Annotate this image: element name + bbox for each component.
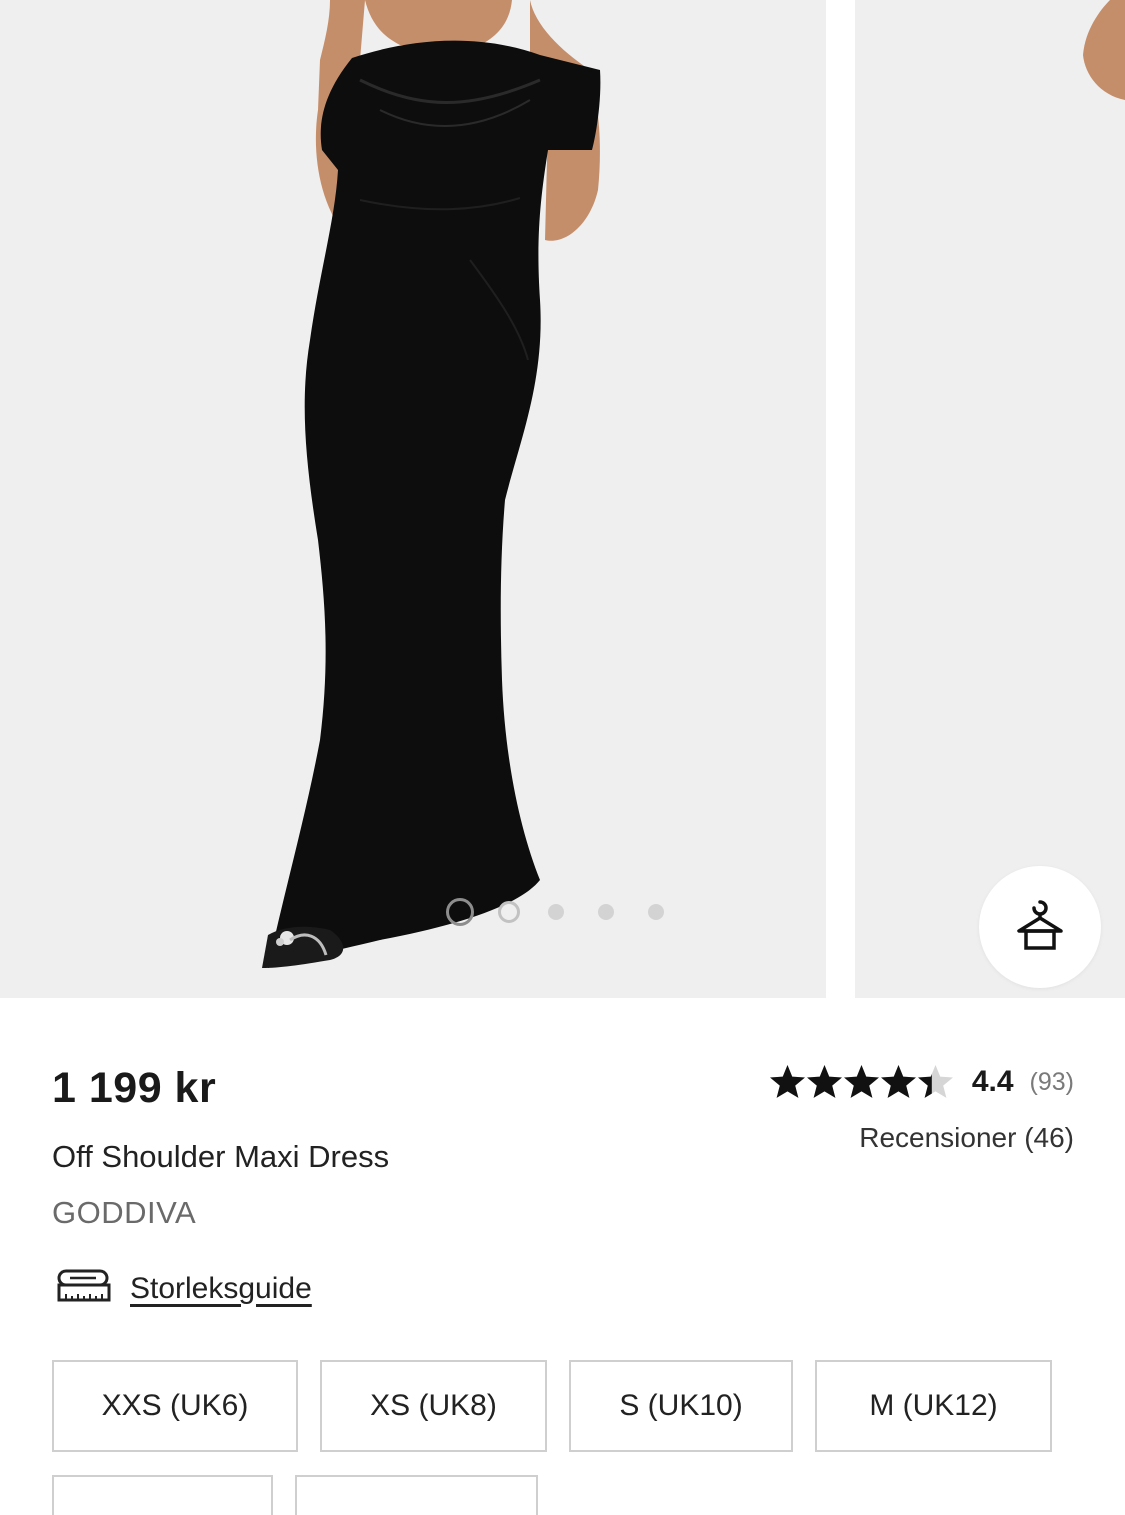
product-title: Off Shoulder Maxi Dress bbox=[52, 1139, 390, 1174]
star-icon bbox=[843, 1065, 879, 1098]
size-option-partial[interactable] bbox=[52, 1475, 273, 1515]
rating-value: 4.4 bbox=[971, 1065, 1014, 1098]
size-guide-label: Storleksguide bbox=[130, 1271, 312, 1305]
product-image-main[interactable] bbox=[0, 0, 826, 998]
star-icon bbox=[917, 1065, 953, 1098]
product-image-gallery[interactable] bbox=[0, 0, 1125, 998]
star-rating bbox=[769, 1064, 954, 1100]
product-photo bbox=[262, 0, 601, 969]
product-image-next[interactable] bbox=[855, 0, 1125, 998]
product-brand[interactable]: GODDIVA bbox=[52, 1195, 196, 1231]
size-option-partial[interactable] bbox=[295, 1475, 538, 1515]
rating-summary[interactable]: 4.4 (93) bbox=[769, 1064, 1074, 1100]
product-price: 1 199 kr bbox=[52, 1064, 217, 1112]
hanger-icon bbox=[1013, 898, 1067, 957]
carousel-dot[interactable] bbox=[498, 901, 520, 923]
virtual-try-on-button[interactable] bbox=[979, 866, 1101, 988]
carousel-dot-active[interactable] bbox=[446, 898, 474, 926]
carousel-indicator bbox=[446, 898, 698, 926]
reviews-link[interactable]: Recensioner (46) bbox=[859, 1122, 1074, 1154]
carousel-dot[interactable] bbox=[648, 904, 664, 920]
star-icon bbox=[806, 1065, 842, 1098]
size-guide-link[interactable]: Storleksguide bbox=[56, 1268, 312, 1309]
rating-count: (93) bbox=[1029, 1067, 1074, 1096]
size-option-xs[interactable]: XS (UK8) bbox=[320, 1360, 547, 1452]
carousel-dot[interactable] bbox=[548, 904, 564, 920]
carousel-dot[interactable] bbox=[598, 904, 614, 920]
product-photo-next bbox=[1083, 0, 1125, 100]
star-icon bbox=[880, 1065, 916, 1098]
size-option-m[interactable]: M (UK12) bbox=[815, 1360, 1052, 1452]
size-option-xxs[interactable]: XXS (UK6) bbox=[52, 1360, 298, 1452]
star-icon bbox=[769, 1065, 805, 1098]
size-option-s[interactable]: S (UK10) bbox=[569, 1360, 793, 1452]
measuring-tape-icon bbox=[56, 1268, 112, 1309]
